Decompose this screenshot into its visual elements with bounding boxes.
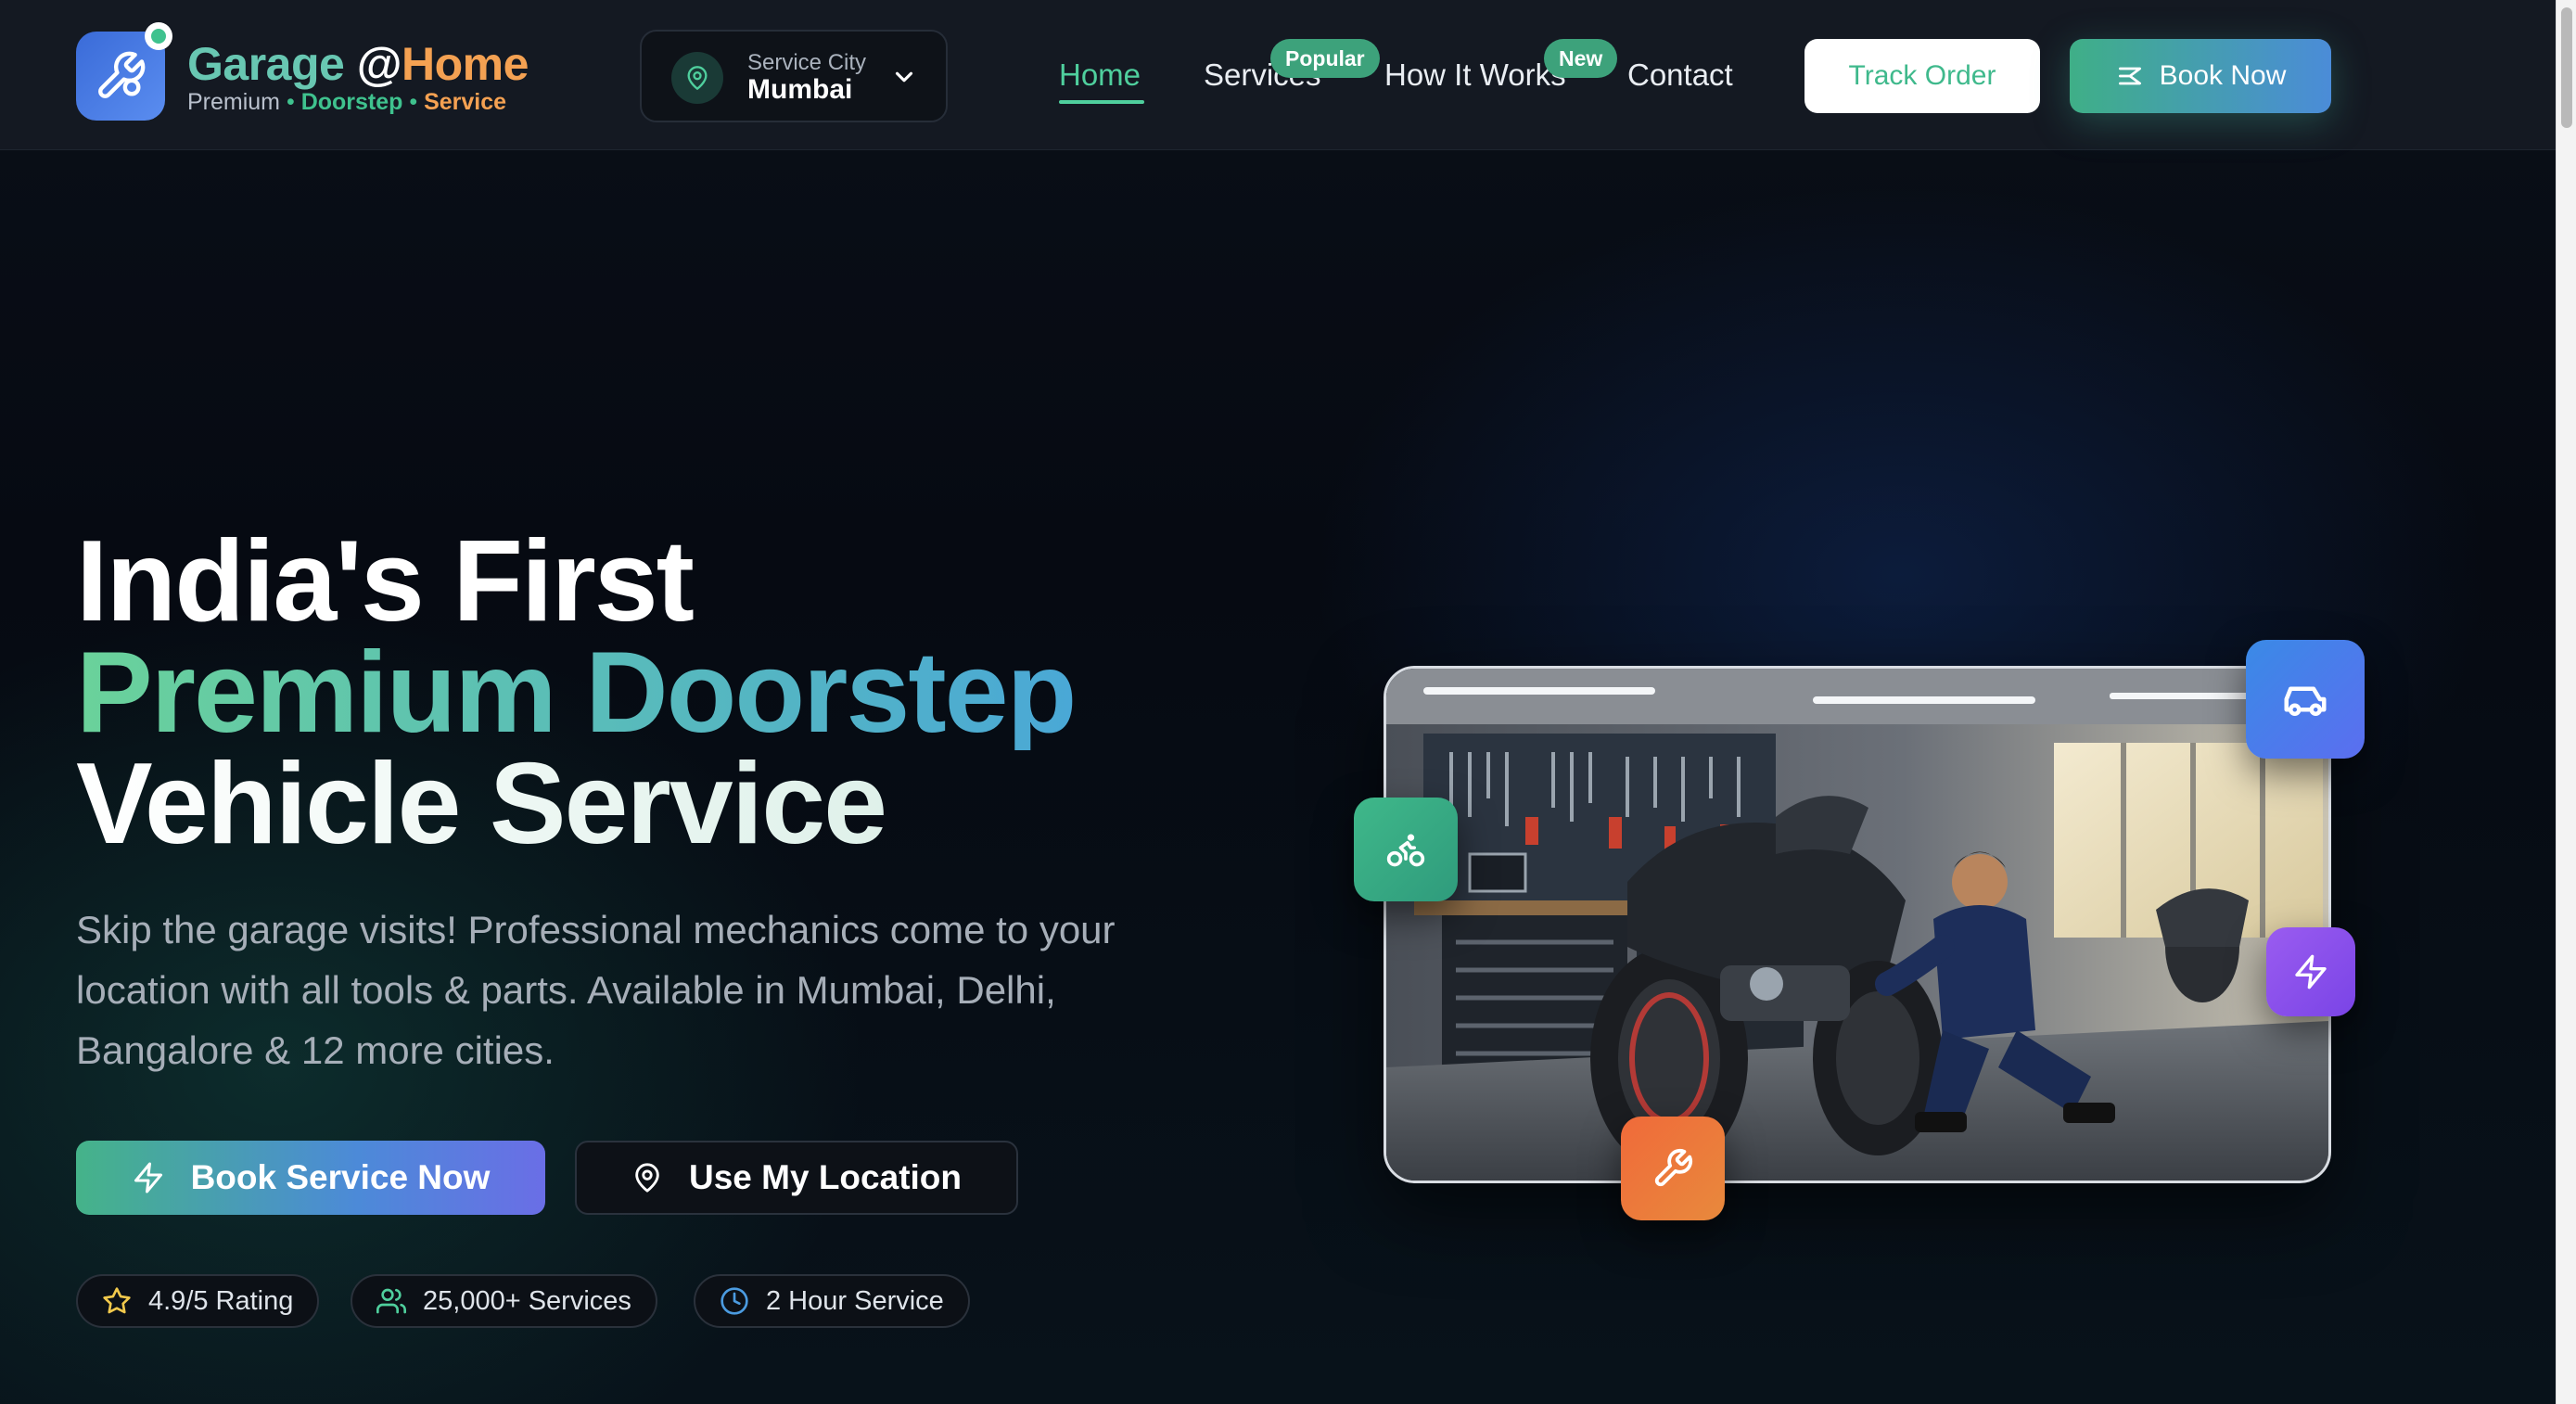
bicycle-icon bbox=[1354, 798, 1458, 901]
stat-service-time: 2 Hour Service bbox=[694, 1274, 970, 1328]
stat-service-time-label: 2 Hour Service bbox=[766, 1285, 944, 1316]
lightning-icon bbox=[2266, 927, 2355, 1016]
city-value: Mumbai bbox=[747, 74, 853, 105]
car-icon bbox=[2246, 640, 2365, 759]
book-now-button[interactable]: Book Now bbox=[2070, 39, 2331, 113]
book-now-label: Book Now bbox=[2159, 60, 2287, 91]
brand-tagline: Premium • Doorstep • Service bbox=[187, 89, 506, 116]
use-my-location-button[interactable]: Use My Location bbox=[575, 1141, 1018, 1215]
wrench-icon bbox=[1621, 1117, 1725, 1220]
stat-services-label: 25,000+ Services bbox=[423, 1285, 631, 1316]
nav-contact[interactable]: Contact bbox=[1627, 57, 1733, 93]
map-pin-icon bbox=[671, 52, 723, 104]
stat-services: 25,000+ Services bbox=[351, 1274, 657, 1328]
tagline-separator: • bbox=[409, 89, 418, 115]
page: Garage @Home Premium • Doorstep • Servic… bbox=[0, 0, 2556, 1404]
hero-title-line-3: Vehicle Service bbox=[76, 740, 887, 868]
lightning-icon bbox=[134, 1162, 162, 1193]
site-header: Garage @Home Premium • Doorstep • Servic… bbox=[0, 0, 2556, 150]
brand-part-at: @ bbox=[356, 38, 402, 90]
nav-how-it-works[interactable]: How It Works bbox=[1384, 57, 1566, 93]
page-scrollbar[interactable] bbox=[2556, 0, 2576, 1404]
nav-active-indicator bbox=[1059, 100, 1144, 104]
online-status-dot bbox=[145, 22, 172, 50]
nav-home[interactable]: Home bbox=[1059, 57, 1141, 93]
tagline-service: Service bbox=[424, 89, 507, 115]
hero-title-line-2: Premium Doorstep bbox=[76, 629, 1077, 757]
star-icon bbox=[103, 1287, 131, 1314]
tagline-separator: • bbox=[286, 89, 295, 115]
brand-part-home: Home bbox=[402, 38, 529, 90]
book-service-now-label: Book Service Now bbox=[190, 1158, 491, 1196]
tagline-premium: Premium bbox=[187, 89, 281, 115]
service-city-selector[interactable]: Service City Mumbai bbox=[640, 30, 948, 122]
brand-part-garage: Garage bbox=[187, 38, 345, 90]
track-order-button[interactable]: Track Order bbox=[1804, 39, 2040, 113]
book-service-now-button[interactable]: Book Service Now bbox=[76, 1141, 545, 1215]
scrollbar-thumb[interactable] bbox=[2561, 7, 2572, 128]
map-pin-icon bbox=[635, 1163, 659, 1193]
popular-badge: Popular bbox=[1270, 39, 1380, 78]
stat-rating-label: 4.9/5 Rating bbox=[148, 1285, 294, 1316]
users-icon bbox=[376, 1288, 406, 1314]
tagline-doorstep: Doorstep bbox=[300, 89, 403, 115]
clock-icon bbox=[721, 1287, 748, 1315]
city-label: Service City bbox=[747, 50, 867, 75]
hero-image-mechanic-garage bbox=[1384, 666, 2331, 1183]
new-badge: New bbox=[1544, 39, 1618, 78]
hero-description: Skip the garage visits! Professional mec… bbox=[76, 908, 1116, 1072]
stat-rating: 4.9/5 Rating bbox=[76, 1274, 320, 1328]
chevron-down-icon bbox=[895, 71, 913, 83]
brand-name[interactable]: Garage @Home bbox=[187, 37, 529, 91]
hero-title-line-1: India's First bbox=[76, 517, 695, 645]
wrench-gear-icon bbox=[98, 51, 146, 98]
send-icon bbox=[2118, 67, 2141, 85]
use-my-location-label: Use My Location bbox=[689, 1158, 962, 1196]
